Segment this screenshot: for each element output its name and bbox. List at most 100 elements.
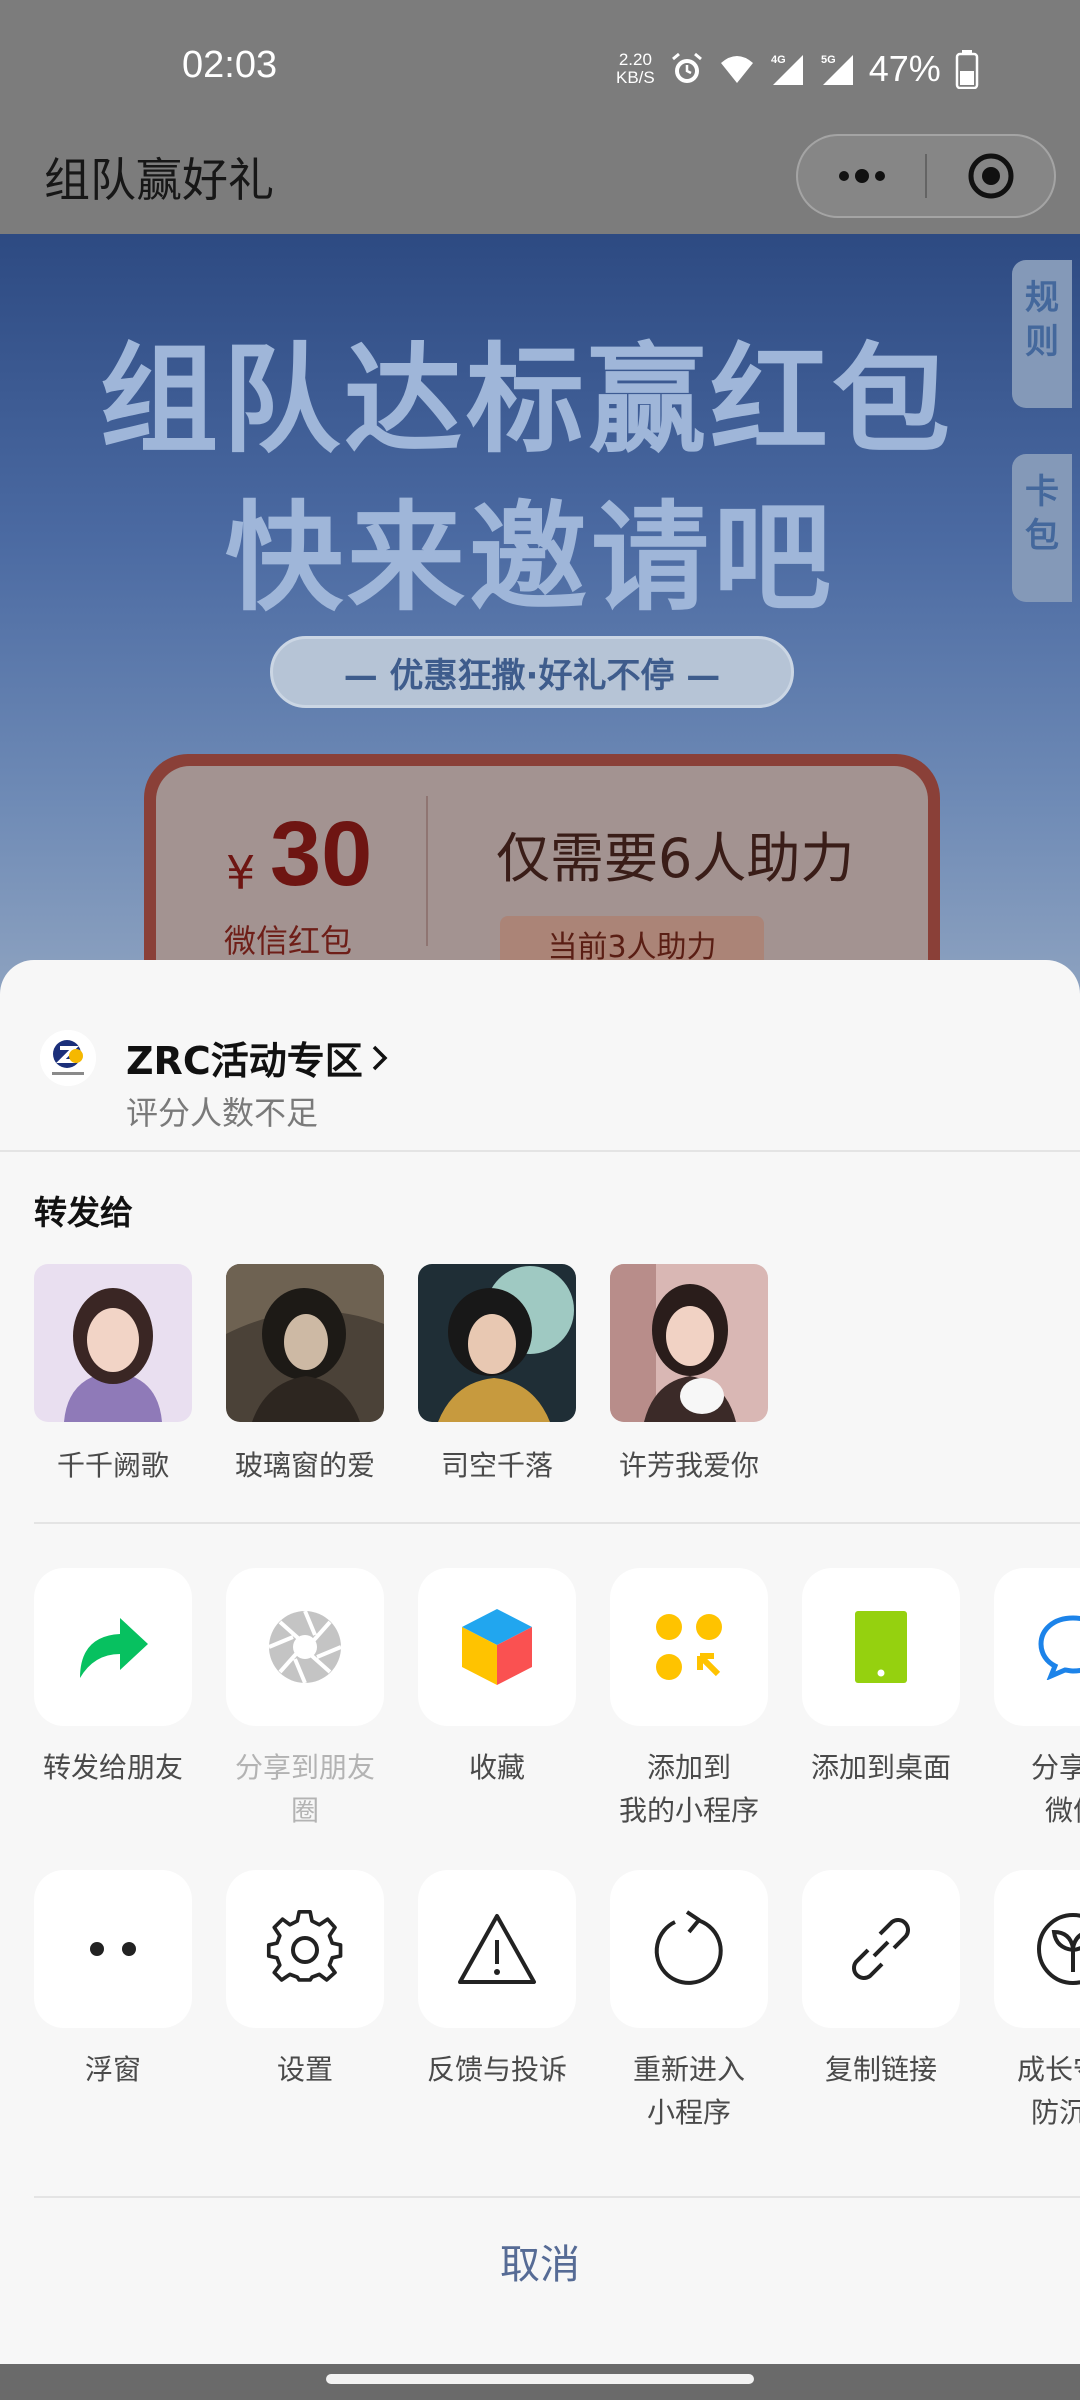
link-icon: [852, 1918, 910, 1980]
favorite-cube-icon: [462, 1609, 532, 1685]
favorite-button[interactable]: 收藏: [418, 1568, 576, 1832]
tile-icon-box: [994, 1568, 1080, 1726]
net-speed-unit: KB/S: [616, 68, 655, 87]
status-bar: 02:03 2.20 KB/S 4G 5G 47%: [0, 0, 1080, 134]
reload-icon: [654, 1910, 723, 1985]
tile-label: 分享到朋友 圈: [234, 1751, 375, 1827]
tile-label: 浮窗: [84, 2053, 141, 2086]
tile-label: 复制链接: [824, 2053, 937, 2086]
net-speed-value: 2.20: [618, 50, 652, 69]
banner-headline-2: 快来邀请吧: [225, 489, 836, 627]
contact-name: 司空千落: [440, 1449, 553, 1482]
rules-tab[interactable]: 规则: [1012, 260, 1072, 408]
forward-section-title: 转发给: [34, 1193, 133, 1232]
card-divider: [426, 796, 428, 946]
tile-icon-box: [418, 1568, 576, 1726]
growth-guard-button[interactable]: 成长守护 防沉迷: [994, 1870, 1080, 2134]
system-nav-bar: [0, 2364, 1080, 2400]
float-window-button[interactable]: 浮窗: [34, 1870, 192, 2134]
tile-label: 添加到桌面: [810, 1751, 951, 1784]
add-to-my-mini-programs-button[interactable]: 添加到 我的小程序: [610, 1568, 768, 1832]
tile-label: 添加到 我的小程序: [618, 1751, 759, 1827]
tile-label: 反馈与投诉: [426, 2053, 567, 2086]
add-mini-program-icon: [656, 1614, 722, 1680]
page-title: 组队赢好礼: [44, 153, 274, 207]
tile-icon-box: [34, 1568, 192, 1726]
battery-icon: [955, 50, 979, 89]
mini-program-name: ZRC活动专区: [126, 1039, 363, 1083]
tile-label: 分享到 微信: [1030, 1751, 1080, 1827]
tile-label: 重新进入 小程序: [632, 2053, 745, 2129]
tile-label: 设置: [276, 2053, 333, 2086]
sprout-icon: [1037, 1913, 1080, 1985]
recent-contacts: 千千阙歌 玻璃窗的爱 司空千落 许芳我爱你: [34, 1264, 768, 1484]
moments-shutter-icon: [268, 1610, 342, 1684]
contact-name: 许芳我爱你: [618, 1449, 759, 1482]
mini-program-name-link[interactable]: ZRC活动专区: [126, 1030, 391, 1085]
mini-program-logo: [40, 1030, 96, 1086]
cancel-button[interactable]: 取消: [0, 2198, 1080, 2324]
banner-tagline: — 优惠狂撒·好礼不停 —: [270, 636, 794, 708]
tile-icon-box: [418, 1870, 576, 2028]
reenter-mini-program-button[interactable]: 重新进入 小程序: [610, 1870, 768, 2134]
contact-avatar: [34, 1264, 192, 1422]
signal-5g-icon: 5G: [821, 54, 853, 85]
section-divider: [34, 1522, 1080, 1524]
copy-link-button[interactable]: 复制链接: [802, 1870, 960, 2134]
contact-item[interactable]: 玻璃窗的爱: [226, 1264, 384, 1484]
contact-item[interactable]: 千千阙歌: [34, 1264, 192, 1484]
add-to-desktop-button[interactable]: 添加到桌面: [802, 1568, 960, 1832]
target-close-icon: [968, 153, 1013, 199]
tile-icon-box: [610, 1870, 768, 2028]
red-packet-card: ¥ 30 微信红包 仅需要6人助力 当前3人助力: [144, 754, 940, 994]
contact-name: 玻璃窗的爱: [234, 1449, 375, 1482]
tile-icon-box: [226, 1870, 384, 2028]
currency-symbol: ¥: [226, 846, 256, 900]
float-window-icon: [90, 1942, 136, 1956]
alarm-icon: [671, 52, 702, 83]
capsule-menu: [796, 134, 1056, 218]
mini-program-info-row[interactable]: ZRC活动专区 评分人数不足: [0, 960, 1080, 1152]
battery-percent: 47%: [868, 48, 941, 89]
share-actions-row: 转发给朋友 分享到朋友 圈 收藏 添加到 我的小程序 添加到桌面 分享 微: [34, 1568, 1080, 1832]
rules-tab-label: 规则: [1025, 278, 1059, 362]
wallet-tab[interactable]: 卡包: [1012, 454, 1072, 602]
chevron-right-icon: [372, 1045, 388, 1070]
contact-avatar: [610, 1264, 768, 1422]
wallet-tab-label: 卡包: [1025, 472, 1059, 556]
settings-button[interactable]: 设置: [226, 1870, 384, 2134]
promo-banner: 组队达标赢红包 快来邀请吧 — 优惠狂撒·好礼不停 — 规则 卡包 ¥ 30 微…: [0, 234, 1080, 994]
tile-icon-box: [802, 1870, 960, 2028]
mini-program-rating-note: 评分人数不足: [126, 1094, 319, 1132]
red-packet-label: 微信红包: [224, 922, 353, 960]
tile-label: 转发给朋友: [42, 1751, 183, 1784]
tile-icon-box: [226, 1568, 384, 1726]
app-header: 组队赢好礼: [0, 134, 1080, 234]
red-packet-amount: 30: [270, 803, 373, 905]
utility-actions-row: 浮窗 设置 反馈与投诉 重新进入 小程序 复制链接 成长 防沉: [34, 1870, 1080, 2134]
tile-label: 成长守护 防沉迷: [1016, 2053, 1080, 2129]
signal-4g-icon: 4G: [771, 54, 803, 85]
status-time: 02:03: [182, 44, 278, 86]
wifi-icon: [720, 56, 753, 83]
svg-text:4G: 4G: [771, 54, 786, 66]
tile-icon-box: [610, 1568, 768, 1726]
forward-to-friend-button[interactable]: 转发给朋友: [34, 1568, 192, 1832]
gear-icon: [266, 1910, 343, 1982]
contact-avatar: [226, 1264, 384, 1422]
add-to-desktop-icon: [855, 1611, 907, 1683]
helpers-needed-text: 仅需要6人助力: [496, 827, 855, 890]
close-mini-program-button[interactable]: [927, 136, 1054, 216]
contact-avatar: [418, 1264, 576, 1422]
share-to-wechat-button[interactable]: 分享到 微信: [994, 1568, 1080, 1832]
contact-item[interactable]: 许芳我爱你: [610, 1264, 768, 1484]
warning-icon: [458, 1914, 536, 1984]
tile-icon-box: [34, 1870, 192, 2028]
contact-item[interactable]: 司空千落: [418, 1264, 576, 1484]
share-to-moments-button[interactable]: 分享到朋友 圈: [226, 1568, 384, 1832]
feedback-complaint-button[interactable]: 反馈与投诉: [418, 1870, 576, 2134]
more-button[interactable]: [798, 136, 925, 216]
home-indicator[interactable]: [326, 2374, 754, 2384]
tile-label: 收藏: [468, 1751, 525, 1784]
banner-headline-1: 组队达标赢红包: [100, 331, 955, 469]
